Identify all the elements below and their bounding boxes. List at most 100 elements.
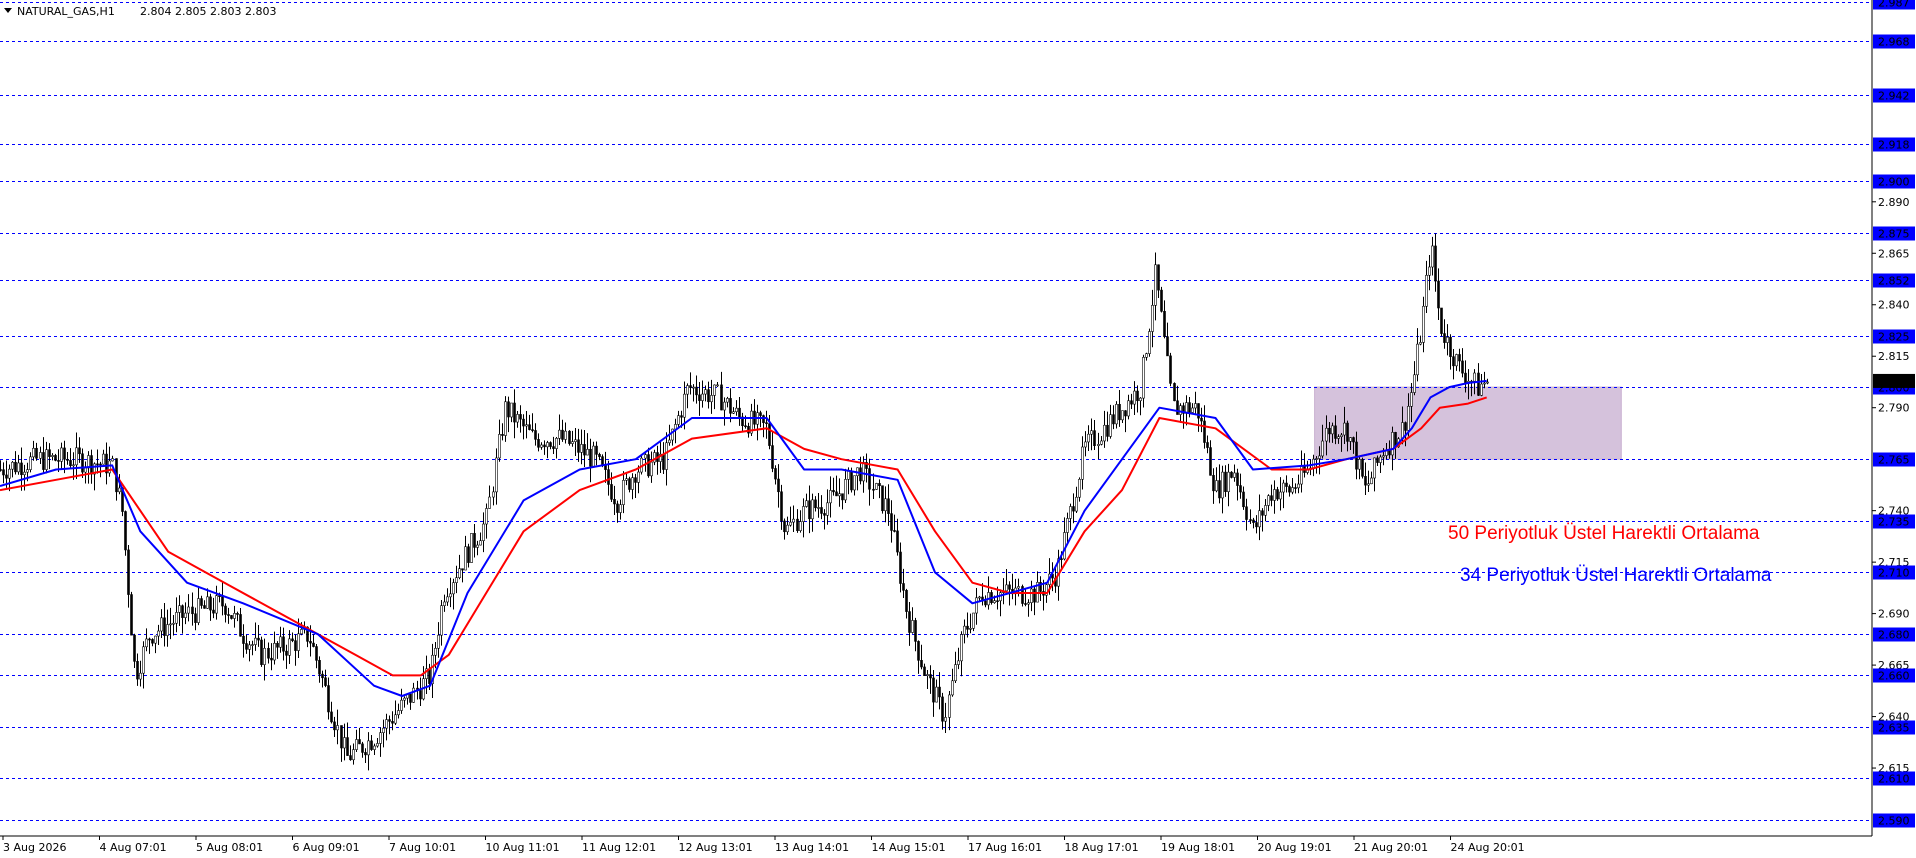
- candle-body: [479, 540, 482, 546]
- candle-body: [1388, 450, 1391, 456]
- candle-body: [1218, 480, 1221, 499]
- candle-body: [1227, 471, 1230, 492]
- candle-body: [355, 739, 358, 750]
- candle-body: [1118, 404, 1121, 421]
- y-tick-label: 2.840: [1878, 299, 1910, 312]
- candle-body: [1030, 588, 1033, 603]
- level-label: 2.987: [1878, 0, 1910, 10]
- candle-body: [522, 418, 525, 427]
- candle-body: [884, 498, 887, 512]
- candle-body: [978, 596, 981, 599]
- candle-body: [519, 414, 522, 420]
- candle-body: [826, 502, 829, 516]
- candle-body: [194, 613, 197, 623]
- candle-body: [1288, 486, 1291, 493]
- candle-body: [887, 498, 890, 514]
- candle-body: [859, 467, 862, 482]
- candle-body: [492, 491, 495, 498]
- candle-body: [1176, 400, 1179, 415]
- candle-body: [1407, 406, 1410, 431]
- candle-body: [1069, 506, 1072, 519]
- candle-body: [504, 401, 507, 436]
- candle-body: [434, 647, 437, 656]
- candle-body: [926, 674, 929, 677]
- candle-body: [832, 490, 835, 493]
- candle-body: [893, 530, 896, 532]
- candle-body: [905, 590, 908, 612]
- candle-body: [1169, 355, 1172, 384]
- candle-body: [1090, 430, 1093, 435]
- candle-body: [1157, 264, 1160, 291]
- candle-body: [60, 447, 63, 462]
- candle-body: [1245, 506, 1248, 520]
- level-label: 2.852: [1878, 275, 1910, 288]
- candle-body: [1437, 280, 1440, 309]
- candle-body: [29, 456, 32, 470]
- candle-body: [948, 694, 951, 718]
- candle-body: [75, 447, 78, 466]
- candle-body: [1279, 491, 1282, 500]
- candle-body: [872, 488, 875, 491]
- candle-body: [330, 711, 333, 723]
- candle-body: [960, 634, 963, 662]
- candle-body: [470, 533, 473, 563]
- candle-body: [32, 447, 35, 458]
- candle-body: [1249, 519, 1252, 521]
- candle-body: [875, 483, 878, 490]
- candle-body: [729, 398, 732, 414]
- candle-body: [111, 458, 114, 462]
- candle-body: [692, 386, 695, 389]
- candle-body: [181, 605, 184, 618]
- candle-body: [1084, 441, 1087, 448]
- collapse-triangle-icon[interactable]: [4, 8, 12, 13]
- candle-body: [1321, 440, 1324, 457]
- candle-body: [476, 544, 479, 548]
- candle-body: [352, 749, 355, 761]
- candle-body: [0, 469, 2, 471]
- candle-body: [683, 393, 686, 418]
- candle-body: [938, 686, 941, 698]
- candle-body: [668, 439, 671, 444]
- candle-body: [200, 598, 203, 606]
- candle-body: [1315, 458, 1318, 460]
- candle-body: [625, 478, 628, 481]
- price-chart[interactable]: 2.8902.8652.8402.8152.7902.7402.7152.690…: [0, 0, 1916, 858]
- candle-body: [835, 491, 838, 497]
- candle-body: [732, 411, 735, 414]
- candle-body: [1425, 274, 1428, 307]
- candle-body: [647, 454, 650, 477]
- candle-body: [400, 699, 403, 711]
- candle-body: [66, 458, 69, 461]
- candle-body: [1130, 400, 1133, 405]
- candle-body: [1449, 336, 1452, 357]
- candle-body: [361, 743, 364, 753]
- candle-body: [1370, 477, 1373, 485]
- candle-body: [1115, 404, 1118, 425]
- candle-body: [1291, 487, 1294, 493]
- candle-body: [580, 444, 583, 453]
- candle-body: [516, 414, 519, 423]
- candle-body: [1151, 305, 1154, 332]
- candle-body: [568, 430, 571, 444]
- ema50-line: [0, 396, 1488, 677]
- candle-body: [817, 507, 820, 509]
- candle-body: [206, 596, 209, 609]
- candle-body: [677, 415, 680, 425]
- candle-body: [1230, 471, 1233, 478]
- candle-body: [63, 447, 66, 460]
- candle-body: [829, 490, 832, 504]
- candle-body: [598, 454, 601, 457]
- candle-body: [1203, 420, 1206, 443]
- candle-body: [318, 660, 321, 675]
- candle-body: [564, 430, 567, 440]
- candle-body: [951, 680, 954, 696]
- x-tick-label: 11 Aug 12:01: [582, 841, 656, 854]
- candle-body: [367, 740, 370, 756]
- candle-body: [349, 755, 352, 761]
- candle-body: [340, 725, 343, 749]
- candle-body: [437, 634, 440, 649]
- candle-body: [11, 461, 14, 470]
- level-label: 2.590: [1878, 815, 1910, 828]
- candle-body: [291, 638, 294, 641]
- candle-body: [39, 452, 42, 459]
